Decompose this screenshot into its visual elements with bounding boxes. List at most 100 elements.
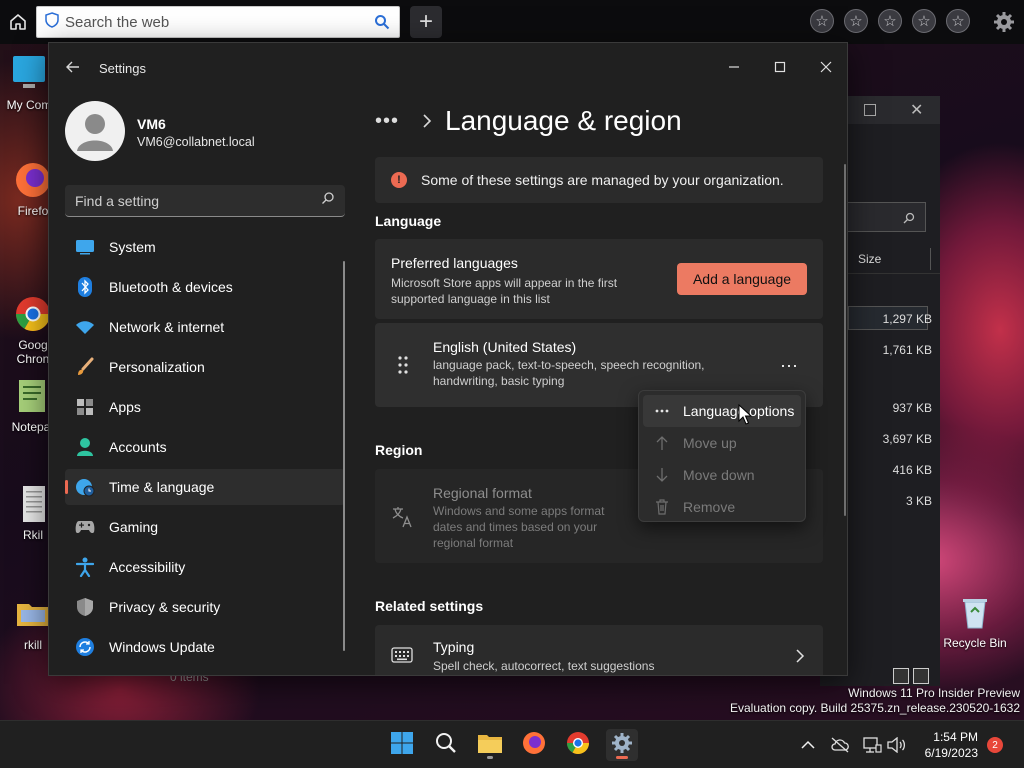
network-icon[interactable] bbox=[862, 735, 882, 755]
brush-icon bbox=[75, 357, 95, 377]
typing-settings-link[interactable]: Typing Spell check, autocorrect, text su… bbox=[375, 625, 823, 675]
nav-item-personalization[interactable]: Personalization bbox=[65, 349, 345, 385]
chevron-up-icon[interactable] bbox=[798, 735, 818, 755]
search-icon[interactable] bbox=[321, 191, 335, 210]
arrow-up-icon bbox=[653, 434, 671, 452]
menu-item-language-options[interactable]: Language options bbox=[643, 395, 801, 427]
notification-badge[interactable]: 2 bbox=[987, 737, 1003, 753]
desktop-icon-label: Notepa bbox=[11, 420, 51, 434]
bluetooth-icon bbox=[75, 277, 95, 297]
file-size: 1,761 KB bbox=[882, 343, 932, 357]
shield-icon bbox=[75, 597, 95, 617]
new-tab-button[interactable]: + bbox=[410, 6, 442, 38]
menu-item-remove[interactable]: Remove bbox=[643, 491, 801, 523]
maximize-icon[interactable] bbox=[864, 104, 876, 116]
taskbar-settings[interactable] bbox=[606, 729, 638, 761]
update-icon bbox=[75, 637, 95, 657]
desktop-icon-label: Rkil bbox=[23, 528, 43, 542]
back-arrow-icon[interactable] bbox=[65, 59, 81, 75]
volume-icon[interactable] bbox=[886, 735, 906, 755]
web-search-placeholder: Search the web bbox=[65, 13, 170, 31]
menu-item-move-down[interactable]: Move down bbox=[643, 459, 801, 491]
folder-icon bbox=[477, 732, 503, 759]
user-email: VM6@collabnet.local bbox=[137, 135, 255, 149]
system-clock[interactable]: 1:54 PM 6/19/2023 bbox=[910, 729, 978, 761]
nav-item-apps[interactable]: Apps bbox=[65, 389, 345, 425]
typing-title: Typing bbox=[433, 639, 475, 655]
user-profile[interactable]: VM6 VM6@collabnet.local bbox=[65, 101, 355, 161]
minimize-icon[interactable] bbox=[711, 51, 757, 83]
drag-handle-icon[interactable] bbox=[397, 355, 409, 375]
language-more-button[interactable]: ··· bbox=[775, 351, 803, 379]
star-icon[interactable]: ☆ bbox=[912, 9, 936, 33]
star-icon[interactable]: ☆ bbox=[844, 9, 868, 33]
menu-item-move-up[interactable]: Move up bbox=[643, 427, 801, 459]
nav-item-system[interactable]: System bbox=[65, 229, 345, 265]
file-size: 1,297 KB bbox=[882, 312, 932, 326]
nav-item-windows-update[interactable]: Windows Update bbox=[65, 629, 345, 665]
star-icon[interactable]: ☆ bbox=[878, 9, 902, 33]
home-icon[interactable] bbox=[8, 12, 28, 32]
nav-label: Accessibility bbox=[109, 559, 186, 575]
keyboard-icon bbox=[391, 647, 413, 663]
settings-titlebar: Settings bbox=[49, 43, 847, 93]
nav-label: Time & language bbox=[109, 479, 215, 495]
taskbar-chrome[interactable] bbox=[562, 729, 594, 761]
nav-item-gaming[interactable]: Gaming bbox=[65, 509, 345, 545]
web-search-input[interactable]: Search the web bbox=[36, 6, 400, 38]
menu-item-label: Remove bbox=[683, 499, 736, 515]
wifi-icon bbox=[75, 317, 95, 337]
file-size: 3 KB bbox=[905, 494, 932, 508]
search-icon bbox=[435, 732, 457, 759]
breadcrumb-more-button[interactable]: ••• bbox=[375, 110, 411, 133]
close-icon[interactable]: ✕ bbox=[910, 100, 923, 120]
regional-format-icon bbox=[391, 505, 415, 529]
taskbar: 1:54 PM 6/19/2023 2 bbox=[0, 720, 1024, 768]
computer-icon bbox=[9, 54, 49, 94]
menu-item-label: Move down bbox=[683, 467, 755, 483]
cloud-off-icon[interactable] bbox=[830, 735, 850, 755]
star-icon[interactable]: ☆ bbox=[946, 9, 970, 33]
taskbar-search-button[interactable] bbox=[430, 729, 462, 761]
watermark-line-2: Evaluation copy. Build 25375.zn_release.… bbox=[730, 701, 1020, 715]
view-toggle bbox=[893, 668, 929, 684]
nav-item-bluetooth[interactable]: Bluetooth & devices bbox=[65, 269, 345, 305]
details-view-icon[interactable] bbox=[893, 668, 909, 684]
content-scrollbar[interactable] bbox=[844, 164, 846, 516]
size-column-header[interactable]: Size bbox=[858, 252, 881, 266]
file-size: 416 KB bbox=[892, 463, 932, 477]
tiles-view-icon[interactable] bbox=[913, 668, 929, 684]
arrow-down-icon bbox=[653, 466, 671, 484]
desktop-icon-recycle-bin[interactable]: Recycle Bin bbox=[940, 592, 1010, 650]
nav-label: Apps bbox=[109, 399, 141, 415]
file-size: 3,697 KB bbox=[882, 432, 932, 446]
firefox-icon bbox=[13, 160, 53, 200]
gear-icon[interactable] bbox=[992, 10, 1016, 34]
user-name: VM6 bbox=[137, 116, 166, 132]
add-language-button[interactable]: Add a language bbox=[677, 263, 807, 295]
regional-format-title: Regional format bbox=[433, 485, 532, 501]
star-icon[interactable]: ☆ bbox=[810, 9, 834, 33]
search-icon[interactable] bbox=[365, 14, 399, 30]
nav-item-accounts[interactable]: Accounts bbox=[65, 429, 345, 465]
find-setting-input[interactable]: Find a setting bbox=[65, 185, 345, 217]
more-icon bbox=[653, 402, 671, 420]
nav-item-time-language[interactable]: Time & language bbox=[65, 469, 345, 505]
language-section-heading: Language bbox=[375, 213, 442, 229]
nav-scrollbar[interactable] bbox=[343, 261, 345, 651]
taskbar-firefox[interactable] bbox=[518, 729, 550, 761]
desktop-icon-label: Recycle Bin bbox=[943, 636, 1007, 650]
start-button[interactable] bbox=[386, 729, 418, 761]
taskbar-file-explorer[interactable] bbox=[474, 729, 506, 761]
trash-icon bbox=[653, 498, 671, 516]
document-icon bbox=[13, 484, 53, 524]
preferred-languages-subtitle: Microsoft Store apps will appear in the … bbox=[391, 276, 618, 306]
related-settings-heading: Related settings bbox=[375, 598, 484, 614]
nav-item-accessibility[interactable]: Accessibility bbox=[65, 549, 345, 585]
close-icon[interactable] bbox=[803, 51, 847, 83]
window-title: Settings bbox=[99, 61, 146, 76]
nav-item-network[interactable]: Network & internet bbox=[65, 309, 345, 345]
nav-label: Network & internet bbox=[109, 319, 225, 335]
nav-item-privacy[interactable]: Privacy & security bbox=[65, 589, 345, 625]
maximize-icon[interactable] bbox=[757, 51, 803, 83]
